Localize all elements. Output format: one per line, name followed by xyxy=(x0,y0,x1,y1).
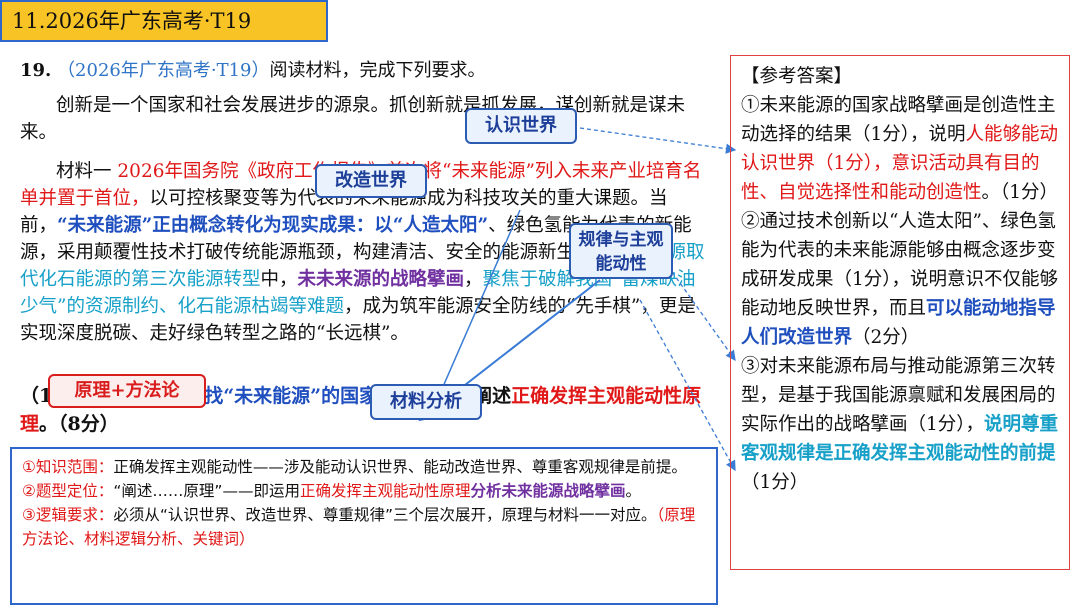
answer-header: 【参考答案】 xyxy=(741,66,853,87)
tag-recognize-world: 认识世界 xyxy=(465,108,577,144)
analysis-2-purple: 分析未来能源战略擘画 xyxy=(470,482,626,500)
question-instruction: 阅读材料，完成下列要求。 xyxy=(269,60,486,81)
analysis-2-end: 。 xyxy=(625,482,642,500)
answer-3-score: （1分） xyxy=(741,472,809,493)
analysis-2-red: 正确发挥主观能动性原理 xyxy=(299,482,471,500)
title-banner: 11.2026年广东高考·T19 xyxy=(0,0,328,42)
material-plain-3: 中， xyxy=(260,269,298,290)
question-line: 19. （2026年广东高考·T19）阅读材料，完成下列要求。 xyxy=(20,56,486,82)
answer-item-3: ③对未来能源布局与推动能源第三次转型，是基于我国能源禀赋和发展困局的实际作出的战… xyxy=(741,352,1061,497)
question-source: （2026年广东高考·T19） xyxy=(57,60,270,81)
material-blue-text: “未来能源”正由概念转化为现实成果：以“人造太阳” xyxy=(57,215,489,236)
tag-material-analysis: 材料分析 xyxy=(370,384,482,420)
analysis-line-3: ③逻辑要求：必须从“认识世界、改造世界、尊重规律”三个层次展开，原理与材料一一对… xyxy=(22,503,706,551)
req-suffix: 。（8分） xyxy=(39,413,119,435)
analysis-1-text: 正确发挥主观能动性——涉及能动认识世界、能动改造世界、尊重客观规律是前提。 xyxy=(113,458,687,476)
reference-answer-box: 【参考答案】 ①未来能源的国家战略擘画是创造性主动选择的结果（1分），说明人能够… xyxy=(730,55,1070,570)
material-plain-4: ， xyxy=(464,269,483,290)
analysis-3-label: ③逻辑要求： xyxy=(22,506,114,524)
answer-item-1: ①未来能源的国家战略擘画是创造性主动选择的结果（1分），说明人能够能动认识世界（… xyxy=(741,91,1061,207)
analysis-2-label: ②题型定位： xyxy=(22,482,114,500)
title-text: 11.2026年广东高考·T19 xyxy=(12,9,252,33)
material-purple-text: 未未来源的战略擘画 xyxy=(297,269,465,290)
tag-law-and-agency: 规律与主观能动性 xyxy=(569,223,673,279)
analysis-line-1: ①知识范围：正确发挥主观能动性——涉及能动认识世界、能动改造世界、尊重客观规律是… xyxy=(22,455,706,479)
material-label: 材料一 xyxy=(56,161,112,182)
analysis-3-text: 必须从“认识世界、改造世界、尊重规律”三个层次展开，原理与材料一一对应。 xyxy=(113,506,657,524)
tag-principle-method: 原理+方法论 xyxy=(48,374,206,408)
question-number: 19. xyxy=(20,60,52,81)
tag-transform-world: 改造世界 xyxy=(315,164,427,198)
answer-1-score: 。（1分） xyxy=(981,182,1059,203)
passage-intro: 创新是一个国家和社会发展进步的源泉。抓创新就是抓发展，谋创新就是谋未来。 xyxy=(20,95,686,143)
answer-item-2: ②通过技术创新以“人造太阳”、绿色氢能为代表的未来能源能够由概念逐步变成研发成果… xyxy=(741,207,1061,352)
answer-2-score: （2分） xyxy=(852,327,920,348)
analysis-2-text: “阐述……原理”——即运用 xyxy=(113,482,300,500)
analysis-line-2: ②题型定位：“阐述……原理”——即运用正确发挥主观能动性原理分析未来能源战略擘画… xyxy=(22,479,706,503)
analysis-box: ①知识范围：正确发挥主观能动性——涉及能动认识世界、能动改造世界、尊重客观规律是… xyxy=(10,447,718,605)
analysis-1-label: ①知识范围： xyxy=(22,458,114,476)
